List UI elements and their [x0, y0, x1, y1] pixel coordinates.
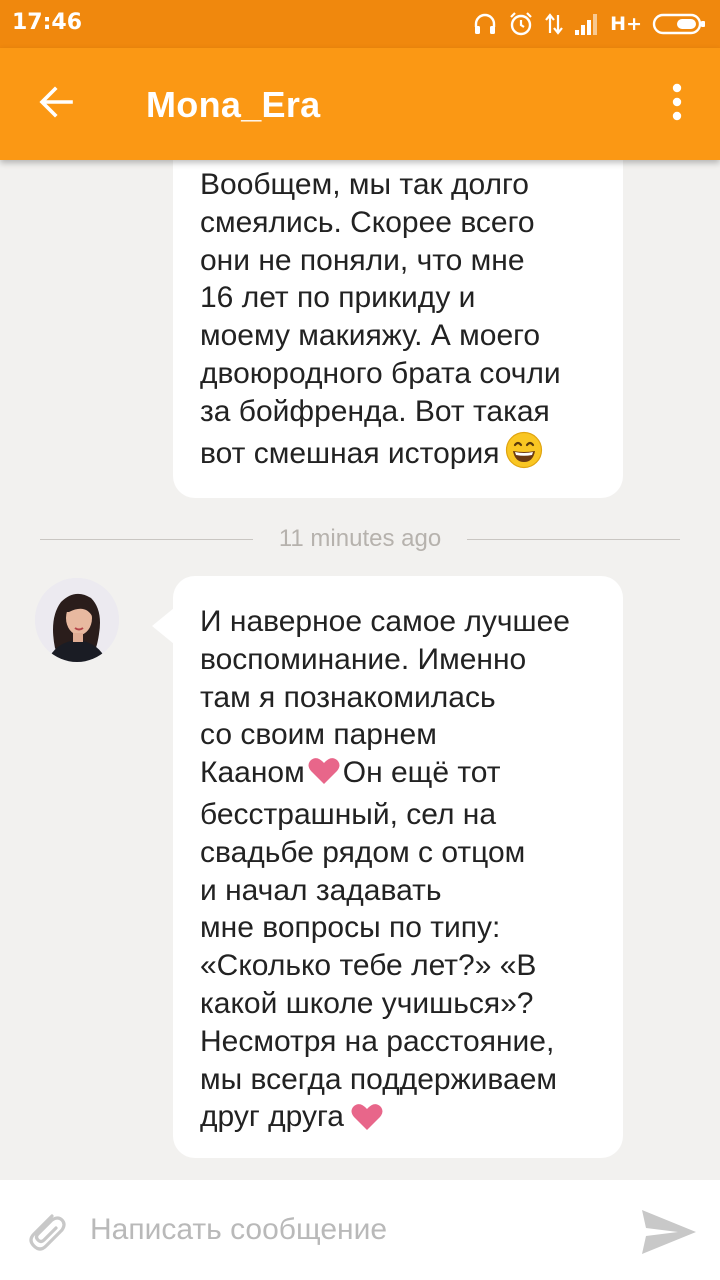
bubble-tail	[152, 608, 174, 644]
message-line: свадьбе рядом с отцом	[200, 835, 526, 869]
message-list[interactable]: Вообщем, мы так долго смеялись. Скорее в…	[0, 160, 720, 1180]
message-line: вот смешная история	[200, 436, 500, 470]
message-line: за бойфренда. Вот такая	[200, 394, 550, 428]
status-time: 17:46	[12, 10, 83, 35]
separator-label: 11 minutes ago	[278, 525, 442, 552]
message-line: друг друга	[200, 1100, 344, 1134]
message-bubble[interactable]: Вообщем, мы так долго смеялись. Скорее в…	[173, 160, 623, 498]
network-type: H+	[610, 13, 642, 35]
message-line: Он ещё тот	[342, 756, 501, 790]
chat-title[interactable]: Mona_Era	[146, 84, 320, 126]
message-line: там я познакомилась	[200, 680, 496, 714]
message-composer	[0, 1180, 720, 1280]
separator-line	[467, 538, 681, 540]
arrow-left-icon	[37, 83, 75, 126]
message-line: они не поняли, что мне	[200, 243, 525, 277]
message-line: какой школе учишься»?	[200, 986, 534, 1020]
more-options-button[interactable]	[662, 78, 692, 130]
time-separator: 11 minutes ago	[40, 524, 681, 554]
message-line: моему макияжу. А моего	[200, 319, 541, 353]
send-icon	[636, 1210, 700, 1264]
message-line: Кааном	[200, 756, 305, 790]
message-line: И наверное самое лучшее	[200, 605, 570, 638]
alarm-icon	[508, 11, 534, 37]
message-line: Несмотря на расстояние,	[200, 1024, 555, 1058]
message-line: Вообщем, мы так долго	[200, 168, 529, 201]
more-vertical-icon	[672, 83, 682, 126]
back-button[interactable]	[28, 76, 84, 132]
grinning-face-icon	[505, 431, 543, 479]
battery-icon	[652, 12, 706, 36]
message-line: «Сколько тебе лет?» «В	[200, 949, 537, 983]
message-line: и начал задавать	[200, 873, 442, 907]
headphones-icon	[472, 11, 498, 37]
status-icons: H+	[472, 10, 706, 38]
attach-button[interactable]	[22, 1206, 70, 1254]
message-line: со своим парнем	[200, 718, 437, 752]
chat-toolbar: Mona_Era	[0, 48, 720, 160]
message-line: бесстрашный, сел на	[200, 797, 497, 831]
message-line: двоюродного брата сочли	[200, 356, 561, 390]
status-bar: 17:46 H+	[0, 0, 720, 48]
message-last-line: вот смешная история	[200, 431, 623, 479]
avatar[interactable]	[35, 578, 119, 662]
separator-line	[40, 538, 253, 540]
message-line: 16 лет по прикиду и	[200, 281, 476, 315]
heart-icon	[307, 756, 341, 796]
message-last-line: друг друга	[200, 1098, 623, 1142]
message-bubble[interactable]: И наверное самое лучшее воспоминание. Им…	[173, 576, 623, 1158]
message-line: воспоминание. Именно	[200, 642, 527, 676]
heart-icon	[350, 1102, 384, 1142]
message-line: мне вопросы по типу:	[200, 911, 501, 945]
signal-icon	[574, 12, 600, 36]
data-arrows-icon	[544, 11, 564, 37]
message-line-with-heart: Кааном Он ещё тот	[200, 754, 623, 796]
send-button[interactable]	[636, 1204, 700, 1260]
message-input[interactable]	[90, 1204, 610, 1256]
message-line: мы всегда поддерживаем	[200, 1062, 557, 1096]
paperclip-icon	[22, 1214, 70, 1258]
message-line: смеялись. Скорее всего	[200, 205, 535, 239]
